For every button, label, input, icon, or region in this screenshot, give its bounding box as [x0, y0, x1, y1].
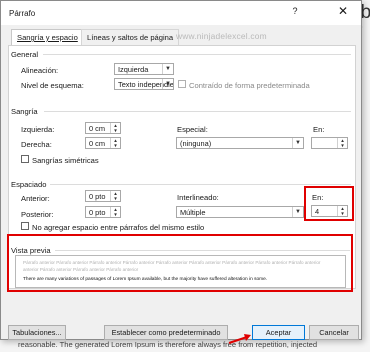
spacing-divider: [50, 184, 351, 185]
chevron-down-icon: ▼: [162, 79, 173, 89]
preview-box: Párrafo anterior Párrafo anterior Párraf…: [15, 255, 346, 288]
indent-by-spinner[interactable]: ▲ ▼: [311, 137, 348, 149]
watermark: www.ninjadelexcel.com: [176, 31, 267, 41]
special-select[interactable]: (ninguna) ▼: [176, 137, 304, 149]
special-label: Especial:: [177, 125, 208, 134]
preview-previous-line: Párrafo anterior Párrafo anterior Párraf…: [23, 260, 321, 265]
general-divider: [43, 54, 351, 55]
alignment-label: Alineación:: [21, 66, 59, 75]
spacing-before-value: 0 pto: [89, 192, 106, 201]
alignment-select[interactable]: Izquierda ▼: [114, 63, 174, 75]
line-spacing-value: Múltiple: [180, 208, 206, 217]
spacing-after-value: 0 pto: [89, 208, 106, 217]
tab-indent-spacing[interactable]: Sangría y espacio: [11, 29, 84, 45]
spinner-arrows-icon[interactable]: ▲ ▼: [110, 138, 120, 148]
indent-right-spinner[interactable]: 0 cm ▲ ▼: [85, 137, 121, 149]
indent-divider: [44, 111, 351, 112]
help-button[interactable]: ?: [287, 6, 303, 20]
title-bar: Párrafo ? ✕: [1, 1, 361, 25]
indent-right-value: 0 cm: [89, 139, 106, 148]
line-spacing-select[interactable]: Múltiple ▼: [176, 206, 304, 218]
background-document-text: reasonable. The generated Lorem Ipsum is…: [18, 340, 318, 349]
outline-level-label: Nivel de esquema:: [21, 81, 84, 90]
special-value: (ninguna): [180, 139, 212, 148]
preview-previous-line: anterior Párrafo anterior Párrafo anteri…: [23, 267, 139, 272]
preview-divider: [55, 250, 350, 251]
spinner-arrows-icon[interactable]: ▲ ▼: [110, 191, 120, 201]
accept-button[interactable]: Aceptar: [252, 325, 305, 340]
spinner-arrows-icon[interactable]: ▲ ▼: [337, 138, 347, 148]
outline-level-select[interactable]: Texto independiente ▼: [114, 78, 174, 90]
set-default-button[interactable]: Establecer como predeterminado: [104, 325, 228, 340]
dialog-title: Párrafo: [9, 9, 36, 18]
line-spacing-label: Interlineado:: [177, 193, 219, 202]
indent-left-label: Izquierda:: [21, 125, 55, 134]
chevron-down-icon: ▼: [162, 64, 173, 74]
indent-left-value: 0 cm: [89, 124, 106, 133]
preview-heading: Vista previa: [11, 246, 51, 255]
indent-heading: Sangría: [11, 107, 38, 116]
chevron-down-icon: ▼: [292, 138, 303, 148]
red-arrow-icon: [228, 334, 251, 344]
collapsed-checkbox[interactable]: [178, 80, 186, 88]
close-icon[interactable]: ✕: [333, 4, 353, 20]
mirror-indents-checkbox[interactable]: [21, 155, 29, 163]
tab-line-page-breaks[interactable]: Líneas y saltos de página: [81, 29, 180, 45]
spinner-arrows-icon[interactable]: ▲ ▼: [110, 123, 120, 133]
indent-by-label: En:: [313, 125, 325, 134]
spacing-after-label: Posterior:: [21, 210, 54, 219]
spacing-heading: Espaciado: [11, 180, 47, 189]
indent-left-spinner[interactable]: 0 cm ▲ ▼: [85, 122, 121, 134]
tabs-button[interactable]: Tabulaciones...: [8, 325, 66, 340]
spinner-arrows-icon[interactable]: ▲ ▼: [110, 207, 120, 217]
spacing-after-spinner[interactable]: 0 pto ▲ ▼: [85, 206, 121, 218]
no-space-same-style-checkbox[interactable]: [21, 222, 29, 230]
spacing-before-spinner[interactable]: 0 pto ▲ ▼: [85, 190, 121, 202]
mirror-indents-label: Sangrías simétricas: [32, 156, 99, 165]
general-heading: General: [11, 50, 39, 59]
collapsed-label: Contraído de forma predeterminada: [189, 81, 310, 90]
paragraph-dialog: Párrafo ? ✕ Sangría y espacio Líneas y s…: [0, 0, 362, 344]
no-space-same-style-label: No agregar espacio entre párrafos del mi…: [32, 223, 205, 232]
highlight-box-spacing-at: [304, 186, 354, 221]
preview-main-text: There are many variations of passages of…: [23, 277, 268, 282]
cancel-button[interactable]: Cancelar: [309, 325, 359, 340]
chevron-down-icon: ▼: [292, 207, 303, 217]
indent-right-label: Derecha:: [21, 140, 52, 149]
alignment-value: Izquierda: [118, 65, 149, 74]
spacing-before-label: Anterior:: [21, 194, 50, 203]
